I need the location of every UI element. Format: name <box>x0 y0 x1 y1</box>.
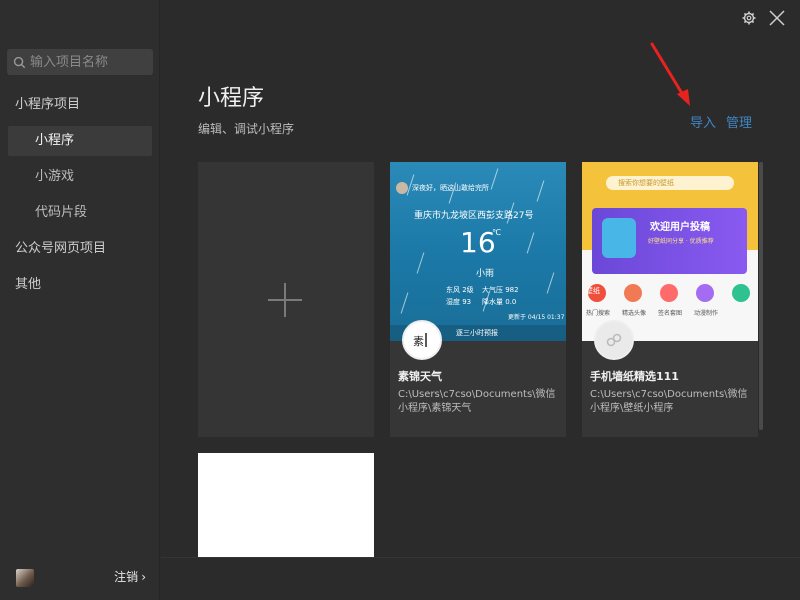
sidebar: 小程序项目 小程序 小游戏 代码片段 公众号网页项目 其他 注销› <box>0 0 160 600</box>
weather-greeting: 深夜好，晒这山敢给完所 <box>412 184 489 192</box>
avatar[interactable] <box>16 569 34 587</box>
sidebar-item-code-snippets[interactable]: 代码片段 <box>0 198 160 228</box>
category-label: 签名套图 <box>658 310 683 317</box>
logout-button[interactable]: 注销 › <box>114 568 146 585</box>
weather-forecast-label: 逐三小时预报 <box>456 329 498 337</box>
weather-temp: 16 <box>460 226 496 259</box>
plus-icon <box>268 283 302 317</box>
category-label: 热门搜索 <box>586 310 611 317</box>
header-actions: 导入 管理 <box>690 112 752 131</box>
page-subtitle: 编辑、调试小程序 <box>198 122 295 136</box>
sidebar-item-miniprogram[interactable]: 小程序 <box>8 126 152 156</box>
scrollbar[interactable] <box>759 162 763 430</box>
weather-desc: 小雨 <box>476 269 495 279</box>
weather-rain: 降水量 0.0 <box>482 298 517 306</box>
logout-label: 注销 <box>114 570 139 584</box>
search-input[interactable] <box>30 54 150 70</box>
sidebar-item-other[interactable]: 其他 <box>0 270 160 300</box>
category-label: 精选头像 <box>622 310 647 317</box>
project-logo <box>594 320 634 360</box>
annotation-arrow <box>650 42 690 106</box>
project-search <box>7 49 153 75</box>
project-path: C:\Users\c7cso\Documents\微信小程序\壁纸小程序 <box>590 389 748 414</box>
project-card[interactable]: 搜索你想要的壁纸 欢迎用户投稿 好壁纸同分享 · 优质推荐 热门搜索 精选头像 … <box>582 162 758 437</box>
category-label: 动漫制作 <box>694 310 719 317</box>
miniprogram-icon <box>606 333 622 347</box>
sidebar-item-miniprogram-projects[interactable]: 小程序项目 <box>0 90 160 120</box>
project-thumbnail: 深夜好，晒这山敢给完所 重庆市九龙坡区西彭支路27号 16 ℃ 小雨 东风 2级… <box>390 162 566 341</box>
sidebar-footer: 注销 › <box>0 556 160 600</box>
project-card[interactable] <box>198 453 374 557</box>
weather-wind: 东风 2级 <box>446 286 474 294</box>
weather-humidity: 湿度 93 <box>446 298 472 306</box>
weather-unit: ℃ <box>492 228 501 237</box>
weather-updated: 更新于 04/15 01:37 <box>508 314 565 321</box>
sidebar-item-official-account-web[interactable]: 公众号网页项目 <box>0 234 160 264</box>
page-title: 小程序 <box>198 86 265 111</box>
weather-location: 重庆市九龙坡区西彭支路27号 <box>414 211 534 221</box>
window-controls <box>740 9 786 27</box>
category-wallpaper: 壁纸 <box>586 287 600 295</box>
project-name: 素锦天气 <box>398 370 442 383</box>
sidebar-item-minigame[interactable]: 小游戏 <box>0 162 160 192</box>
banner-title: 欢迎用户投稿 <box>650 222 710 233</box>
wallpaper-banner: 欢迎用户投稿 好壁纸同分享 · 优质推荐 <box>592 208 747 274</box>
settings-icon[interactable] <box>740 9 758 27</box>
project-logo: 素 <box>402 320 442 360</box>
project-card[interactable]: 深夜好，晒这山敢给完所 重庆市九龙坡区西彭支路27号 16 ℃ 小雨 东风 2级… <box>390 162 566 437</box>
bottom-bar <box>161 557 800 600</box>
project-name: 手机墙纸精选111 <box>590 370 679 383</box>
new-project-card[interactable] <box>198 162 374 437</box>
svg-text:素: 素 <box>413 335 424 348</box>
weather-pressure: 大气压 982 <box>482 286 519 294</box>
import-link[interactable]: 导入 <box>690 112 716 131</box>
weather-app-icon: 素 <box>413 333 427 348</box>
project-thumbnail: 搜索你想要的壁纸 欢迎用户投稿 好壁纸同分享 · 优质推荐 热门搜索 精选头像 … <box>582 162 758 341</box>
manage-link[interactable]: 管理 <box>726 112 752 131</box>
project-path: C:\Users\c7cso\Documents\微信小程序\素锦天气 <box>398 389 556 414</box>
chevron-right-icon: › <box>141 570 146 584</box>
search-icon <box>13 56 26 68</box>
banner-subtitle: 好壁纸同分享 · 优质推荐 <box>648 238 714 245</box>
close-icon[interactable] <box>768 9 786 27</box>
user-avatar <box>396 182 408 194</box>
wallpaper-search: 搜索你想要的壁纸 <box>606 176 734 190</box>
